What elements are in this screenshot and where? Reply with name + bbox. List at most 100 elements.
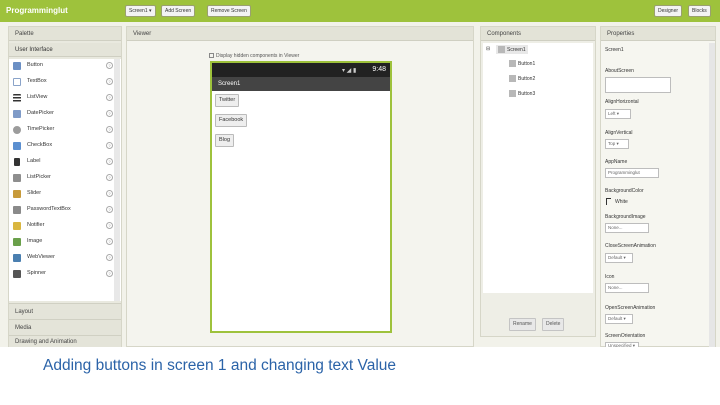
palette-item-label: ListView <box>27 94 48 100</box>
components-header: Components <box>481 27 595 41</box>
caption-text: Adding buttons in screen 1 and changing … <box>43 357 397 374</box>
hidden-components-label: Display hidden components in Viewer <box>216 53 300 59</box>
timepicker-icon <box>13 126 21 134</box>
palette-item-checkbox[interactable]: CheckBox ? <box>9 139 113 155</box>
palette-item-slider[interactable]: Slider ? <box>9 187 113 203</box>
prop-input-backgroundimage[interactable]: None... <box>605 223 649 233</box>
rename-button[interactable]: Rename <box>509 318 536 331</box>
viewer-header: Viewer <box>127 27 473 41</box>
palette-item-textbox[interactable]: TextBox ? <box>9 75 113 91</box>
prop-label-icon: Icon <box>605 274 615 280</box>
palette-item-label: CheckBox <box>27 142 53 148</box>
prop-select-openscreenanimation[interactable]: Default ▾ <box>605 314 633 324</box>
tree-item-label: Button1 <box>518 60 536 67</box>
palette-section-layout[interactable]: Layout <box>9 303 121 319</box>
palette-item-label: PasswordTextBox <box>27 206 71 212</box>
prop-label-closescreenanimation: CloseScreenAnimation <box>605 243 656 249</box>
help-icon[interactable]: ? <box>106 142 113 149</box>
palette-item-listpicker[interactable]: ListPicker ? <box>9 171 113 187</box>
image-icon <box>13 238 21 246</box>
help-icon[interactable]: ? <box>106 110 113 117</box>
prop-color-backgroundcolor[interactable]: White <box>606 198 628 205</box>
palette-item-label: ListPicker <box>27 174 51 180</box>
palette-item-webviewer[interactable]: WebViewer ? <box>9 251 113 267</box>
tree-item-label: Button3 <box>518 90 536 97</box>
help-icon[interactable]: ? <box>106 254 113 261</box>
help-icon[interactable]: ? <box>106 62 113 69</box>
add-screen-button[interactable]: Add Screen <box>161 5 196 17</box>
palette-item-passwordtextbox[interactable]: PasswordTextBox ? <box>9 203 113 219</box>
palette-section-media[interactable]: Media <box>9 319 121 335</box>
signal-icon: ▾ ◢ ▮ <box>342 68 357 74</box>
screen-title: Screen1 <box>218 81 241 87</box>
prop-value-backgroundcolor: White <box>615 198 628 205</box>
help-icon[interactable]: ? <box>106 78 113 85</box>
palette-item-notifier[interactable]: Notifier ? <box>9 219 113 235</box>
prop-input-appname[interactable]: Programminglut <box>605 168 659 178</box>
tree-item-button2[interactable]: Button2 <box>509 75 535 82</box>
screen-select[interactable]: Screen1 ▾ <box>125 5 156 17</box>
phone-title-bar: Screen1 <box>212 77 390 91</box>
preview-button-blog[interactable]: Blog <box>215 134 235 147</box>
remove-screen-button[interactable]: Remove Screen <box>207 5 251 17</box>
prop-label-backgroundcolor: BackgroundColor <box>605 188 644 194</box>
top-bar: Programminglut Screen1 ▾ Add Screen Remo… <box>0 0 720 22</box>
help-icon[interactable]: ? <box>106 206 113 213</box>
preview-button-facebook[interactable]: Facebook <box>215 114 248 127</box>
help-icon[interactable]: ? <box>106 158 113 165</box>
help-icon[interactable]: ? <box>106 238 113 245</box>
palette-panel: Palette User Interface Button ? TextBox … <box>8 26 122 347</box>
tree-item-screen1[interactable]: Screen1 <box>496 45 528 54</box>
phone-clock: 9:48 <box>372 66 386 73</box>
listview-icon <box>13 94 21 102</box>
tree-item-button3[interactable]: Button3 <box>509 90 535 97</box>
textbox-icon <box>13 78 21 86</box>
prop-input-icon[interactable]: None... <box>605 283 649 293</box>
notifier-icon <box>13 222 21 230</box>
palette-item-listview[interactable]: ListView ? <box>9 91 113 107</box>
prop-label-alignvertical: AlignVertical <box>605 130 633 136</box>
webviewer-icon <box>13 254 21 262</box>
preview-button-twitter[interactable]: Twitter <box>215 94 240 107</box>
palette-section-drawing[interactable]: Drawing and Animation <box>9 335 121 347</box>
palette-item-label: TimePicker <box>27 126 55 132</box>
properties-scrollbar[interactable] <box>709 43 715 347</box>
prop-select-closescreenanimation[interactable]: Default ▾ <box>605 253 633 263</box>
checkbox-icon <box>209 53 214 59</box>
slider-icon <box>13 190 21 198</box>
prop-label-appname: AppName <box>605 159 628 165</box>
palette-section-user-interface[interactable]: User Interface <box>9 43 121 57</box>
collapse-icon[interactable]: ⊟ <box>486 46 490 52</box>
phone-preview: ▾ ◢ ▮ 9:48 Screen1 Twitter Facebook Blog <box>210 61 392 333</box>
component-tree: ⊟ Screen1 Button1 Button2 Button3 <box>483 43 593 293</box>
palette-item-label: Image <box>27 238 43 244</box>
help-icon[interactable]: ? <box>106 190 113 197</box>
button-icon <box>509 90 516 97</box>
palette-item-timepicker[interactable]: TimePicker ? <box>9 123 113 139</box>
palette-item-button[interactable]: Button ? <box>9 59 113 75</box>
prop-select-alignvertical[interactable]: Top ▾ <box>605 139 629 149</box>
palette-scrollbar[interactable] <box>114 59 120 301</box>
prop-label-openscreenanimation: OpenScreenAnimation <box>605 305 656 311</box>
help-icon[interactable]: ? <box>106 222 113 229</box>
help-icon[interactable]: ? <box>106 174 113 181</box>
help-icon[interactable]: ? <box>106 94 113 101</box>
palette-item-datepicker[interactable]: DatePicker ? <box>9 107 113 123</box>
palette-item-label: DatePicker <box>27 110 54 116</box>
tree-item-button1[interactable]: Button1 <box>509 60 535 67</box>
delete-button[interactable]: Delete <box>542 318 565 331</box>
prop-select-alignhorizontal[interactable]: Left ▾ <box>605 109 631 119</box>
listpicker-icon <box>13 174 21 182</box>
palette-item-label: Spinner <box>27 270 46 276</box>
palette-item-label-component[interactable]: Label ? <box>9 155 113 171</box>
designer-button[interactable]: Designer <box>654 5 683 17</box>
caption-area: Adding buttons in screen 1 and changing … <box>0 347 720 405</box>
palette-item-spinner[interactable]: Spinner ? <box>9 267 113 283</box>
palette-item-label: WebViewer <box>27 254 55 260</box>
hidden-components-checkbox[interactable]: Display hidden components in Viewer <box>209 53 299 59</box>
prop-input-aboutscreen[interactable] <box>605 77 671 93</box>
blocks-button[interactable]: Blocks <box>688 5 711 17</box>
help-icon[interactable]: ? <box>106 270 113 277</box>
help-icon[interactable]: ? <box>106 126 113 133</box>
palette-item-image[interactable]: Image ? <box>9 235 113 251</box>
